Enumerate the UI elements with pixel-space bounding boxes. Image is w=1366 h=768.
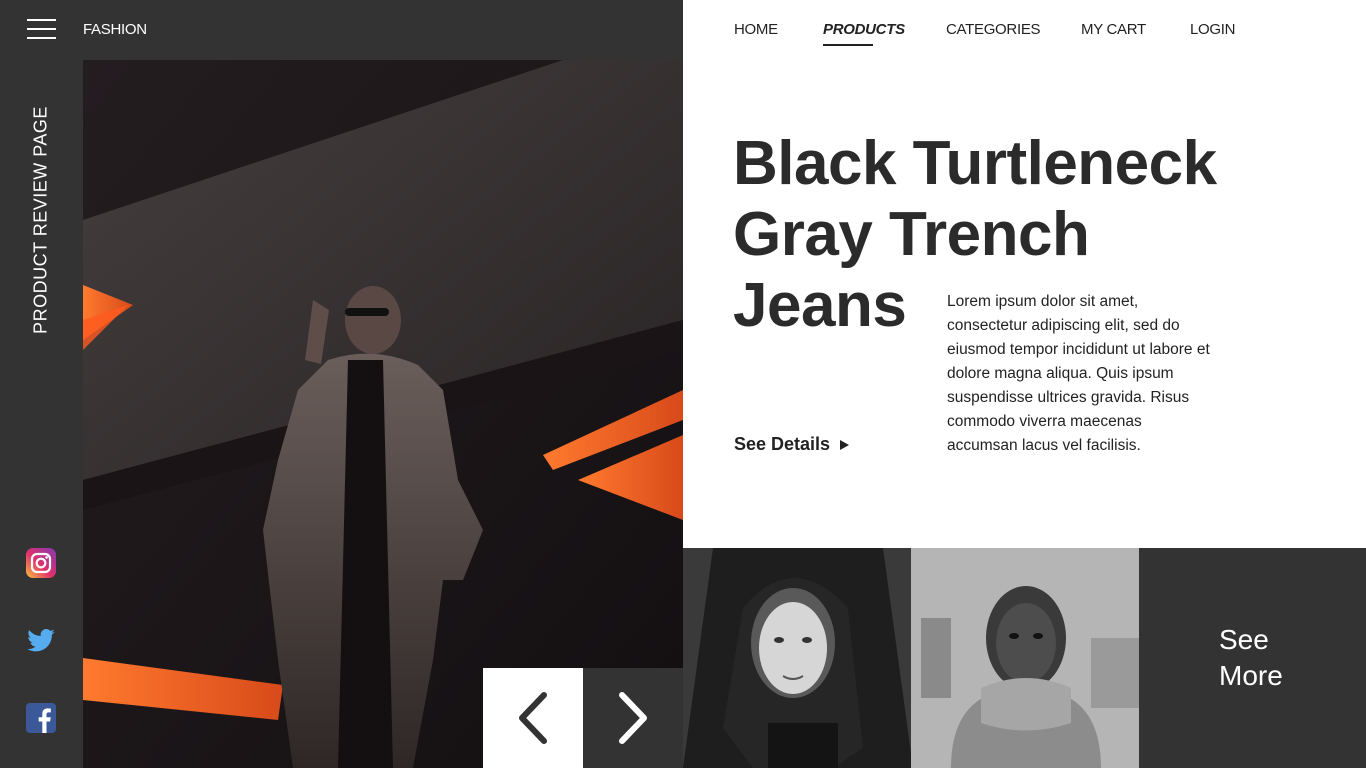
see-more-line-1: See <box>1219 624 1269 655</box>
carousel-next-button[interactable] <box>583 668 683 768</box>
instagram-icon[interactable] <box>26 548 56 578</box>
page-type-label: PRODUCT REVIEW PAGE <box>30 106 51 334</box>
sidebar: PRODUCT REVIEW PAGE <box>0 0 83 768</box>
see-more-label: See More <box>1219 622 1339 694</box>
product-title-line-1: Black Turtleneck <box>733 129 1217 198</box>
chevron-right-icon <box>619 692 647 744</box>
nav-login[interactable]: LOGIN <box>1190 21 1235 38</box>
play-arrow-icon <box>840 439 850 450</box>
gallery-thumbnail-1[interactable] <box>683 548 911 768</box>
nav-categories[interactable]: CATEGORIES <box>946 21 1041 38</box>
nav-home[interactable]: HOME <box>734 21 778 38</box>
see-more-button[interactable]: See More <box>1139 548 1366 768</box>
twitter-icon[interactable] <box>26 626 56 656</box>
see-details-label: See Details <box>734 434 831 454</box>
chevron-left-icon <box>519 692 547 744</box>
product-description: Lorem ipsum dolor sit amet, consectetur … <box>947 293 1210 454</box>
see-details-link[interactable]: See Details <box>734 434 850 455</box>
hamburger-menu-icon[interactable] <box>27 19 56 41</box>
nav-products[interactable]: PRODUCTS <box>823 21 905 38</box>
hero-image <box>83 60 683 768</box>
carousel-prev-button[interactable] <box>483 668 583 768</box>
nav-my-cart[interactable]: MY CART <box>1081 21 1146 38</box>
product-title-line-2: Gray Trench <box>733 200 1090 269</box>
brand-name[interactable]: FASHION <box>83 21 147 38</box>
gallery-thumbnail-2[interactable] <box>911 548 1139 768</box>
nav-active-underline <box>823 44 873 46</box>
facebook-icon[interactable] <box>26 703 56 733</box>
see-more-line-2: More <box>1219 660 1283 691</box>
